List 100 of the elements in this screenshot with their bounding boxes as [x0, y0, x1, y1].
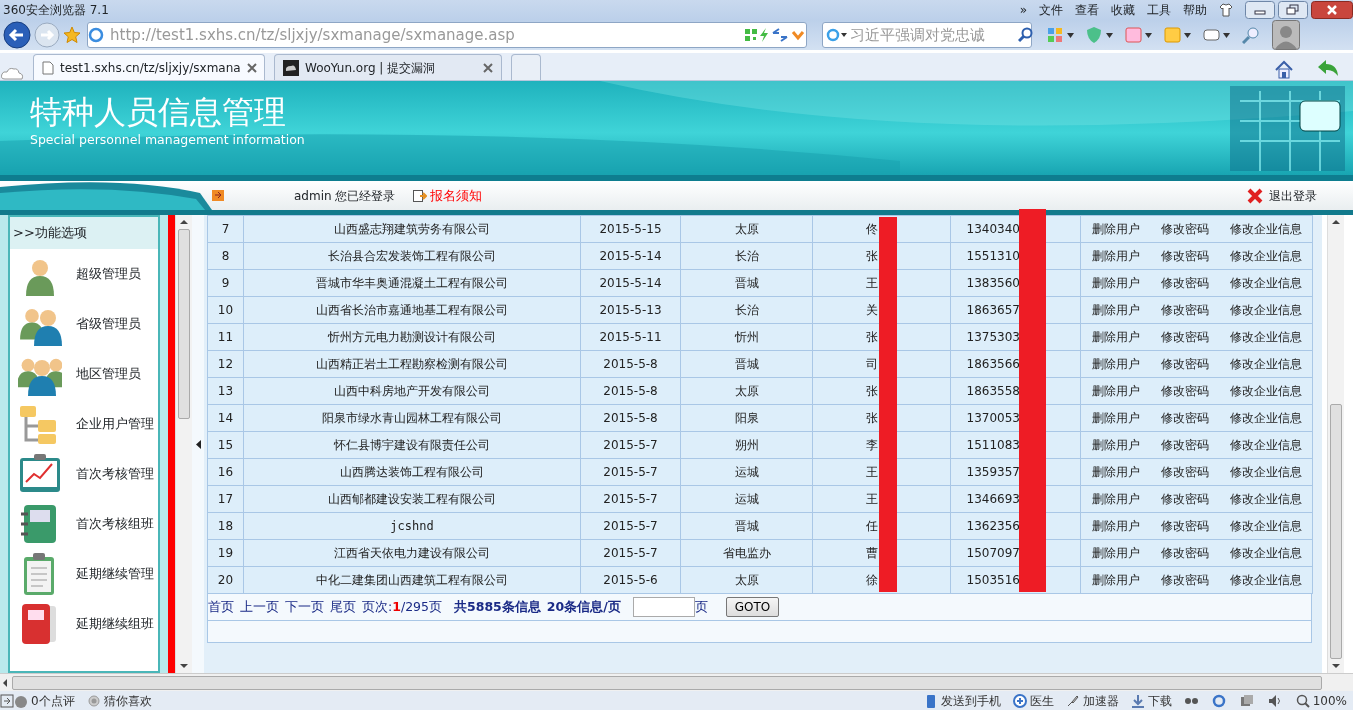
- radio-icon[interactable]: [86, 693, 101, 708]
- download-icon[interactable]: [1130, 693, 1145, 708]
- status-item[interactable]: 猜你喜欢: [103, 691, 152, 710]
- shirt-icon[interactable]: [1219, 3, 1233, 17]
- caret-icon[interactable]: [1184, 32, 1191, 38]
- action-link[interactable]: 修改密码: [1160, 409, 1209, 427]
- action-link[interactable]: 删除用户: [1091, 409, 1140, 427]
- switch-icon[interactable]: [770, 27, 790, 43]
- menu-item[interactable]: 文件: [1039, 1, 1063, 19]
- zoom-level[interactable]: 100%: [1312, 691, 1347, 710]
- sidebar-item[interactable]: 延期继续组班: [76, 614, 154, 634]
- menu-item[interactable]: 工具: [1147, 1, 1171, 19]
- action-link[interactable]: 修改密码: [1160, 382, 1209, 400]
- restore-button[interactable]: [1278, 1, 1308, 19]
- action-link[interactable]: 修改企业信息: [1229, 301, 1302, 319]
- action-link[interactable]: 修改密码: [1160, 328, 1209, 346]
- action-link[interactable]: 修改企业信息: [1229, 517, 1302, 535]
- sidebar-toggle-icon[interactable]: [0, 693, 14, 708]
- action-link[interactable]: 删除用户: [1091, 544, 1140, 562]
- action-link[interactable]: 删除用户: [1091, 517, 1140, 535]
- windows-icon[interactable]: [1239, 693, 1254, 708]
- sidebar-item[interactable]: 超级管理员: [76, 264, 141, 284]
- scrollbar-thumb[interactable]: [12, 675, 1322, 690]
- action-link[interactable]: 删除用户: [1091, 220, 1140, 238]
- plus-icon[interactable]: [1012, 693, 1027, 708]
- more-menu-button[interactable]: »: [1019, 1, 1027, 19]
- search-engine-icon[interactable]: [826, 27, 848, 43]
- status-item[interactable]: 0个点评: [31, 691, 75, 710]
- status-item[interactable]: 医生: [1029, 691, 1054, 710]
- menu-item[interactable]: 帮助: [1183, 1, 1207, 19]
- back-icon[interactable]: [1317, 59, 1339, 77]
- pager-link[interactable]: 下一页: [285, 597, 324, 617]
- action-link[interactable]: 修改密码: [1160, 247, 1209, 265]
- speaker-icon[interactable]: [1267, 693, 1282, 708]
- action-link[interactable]: 修改企业信息: [1229, 382, 1302, 400]
- qr-code-icon[interactable]: [744, 28, 758, 42]
- back-button[interactable]: [3, 21, 31, 49]
- action-link[interactable]: 修改密码: [1160, 301, 1209, 319]
- minimize-button[interactable]: [1245, 1, 1275, 19]
- action-link[interactable]: 修改企业信息: [1229, 247, 1302, 265]
- star-icon[interactable]: [63, 26, 81, 44]
- sidebar-item[interactable]: 地区管理员: [76, 364, 141, 384]
- action-link[interactable]: 修改密码: [1160, 490, 1209, 508]
- status-item[interactable]: 加速器: [1082, 691, 1119, 710]
- pager-link[interactable]: 首页: [208, 597, 234, 617]
- action-link[interactable]: 删除用户: [1091, 247, 1140, 265]
- action-link[interactable]: 修改密码: [1160, 571, 1209, 589]
- action-link[interactable]: 删除用户: [1091, 274, 1140, 292]
- browser-tab[interactable]: test1.sxhs.cn/tz/sljxjy/sxmana: [33, 54, 265, 80]
- status-item[interactable]: 发送到手机: [940, 691, 1001, 710]
- sidebar-item[interactable]: 首次考核组班: [76, 514, 154, 534]
- action-link[interactable]: 删除用户: [1091, 436, 1140, 454]
- scrollbar-thumb[interactable]: [1330, 404, 1342, 659]
- action-link[interactable]: 修改企业信息: [1229, 490, 1302, 508]
- action-link[interactable]: 删除用户: [1091, 328, 1140, 346]
- page-number-field[interactable]: [632, 597, 695, 617]
- action-link[interactable]: 删除用户: [1091, 382, 1140, 400]
- search-icon[interactable]: [1018, 27, 1034, 43]
- action-link[interactable]: 修改密码: [1160, 274, 1209, 292]
- home-icon[interactable]: [1274, 60, 1294, 80]
- action-link[interactable]: 修改企业信息: [1229, 409, 1302, 427]
- logout-link[interactable]: 退出登录: [1269, 186, 1317, 205]
- scrollbar-thumb[interactable]: [178, 229, 190, 419]
- caret-icon[interactable]: [1067, 32, 1074, 38]
- notice-link[interactable]: 报名须知: [430, 185, 483, 206]
- action-link[interactable]: 删除用户: [1091, 355, 1140, 373]
- sidebar-item[interactable]: 延期继续管理: [76, 564, 154, 584]
- collapse-arrow-icon[interactable]: [195, 439, 201, 449]
- action-link[interactable]: 修改密码: [1160, 517, 1209, 535]
- caret-icon[interactable]: [1145, 32, 1152, 38]
- action-link[interactable]: 删除用户: [1091, 490, 1140, 508]
- goto-button[interactable]: GOTO: [725, 597, 780, 617]
- sidebar-item[interactable]: 企业用户管理: [76, 414, 154, 434]
- action-link[interactable]: 删除用户: [1091, 571, 1140, 589]
- sidebar-item[interactable]: 省级管理员: [76, 314, 141, 334]
- action-link[interactable]: 删除用户: [1091, 463, 1140, 481]
- close-icon[interactable]: [483, 62, 493, 73]
- action-link[interactable]: 修改密码: [1160, 436, 1209, 454]
- logout-icon[interactable]: [1247, 187, 1263, 204]
- sidebar-item[interactable]: 首次考核管理: [76, 464, 154, 484]
- close-icon[interactable]: [246, 62, 257, 73]
- action-link[interactable]: 修改密码: [1160, 355, 1209, 373]
- caret-icon[interactable]: [1223, 32, 1230, 38]
- action-link[interactable]: 修改企业信息: [1229, 571, 1302, 589]
- pager-link[interactable]: 尾页: [330, 597, 356, 617]
- zoom-icon[interactable]: [1242, 26, 1260, 44]
- browser-tab[interactable]: WooYun.org | 提交漏洞: [274, 54, 502, 80]
- action-link[interactable]: 修改企业信息: [1229, 463, 1302, 481]
- action-link[interactable]: 修改企业信息: [1229, 328, 1302, 346]
- search-field[interactable]: 习近平强调对党忠诚: [822, 22, 1032, 48]
- action-link[interactable]: 修改企业信息: [1229, 544, 1302, 562]
- action-link[interactable]: 修改企业信息: [1229, 436, 1302, 454]
- pager-link[interactable]: 上一页: [240, 597, 279, 617]
- action-link[interactable]: 修改密码: [1160, 544, 1209, 562]
- zoom-icon[interactable]: [1295, 693, 1310, 708]
- avatar-icon[interactable]: [1272, 20, 1300, 50]
- status-item[interactable]: 下载: [1147, 691, 1172, 710]
- action-link[interactable]: 修改密码: [1160, 220, 1209, 238]
- caret-icon[interactable]: [1106, 32, 1113, 38]
- action-link[interactable]: 删除用户: [1091, 301, 1140, 319]
